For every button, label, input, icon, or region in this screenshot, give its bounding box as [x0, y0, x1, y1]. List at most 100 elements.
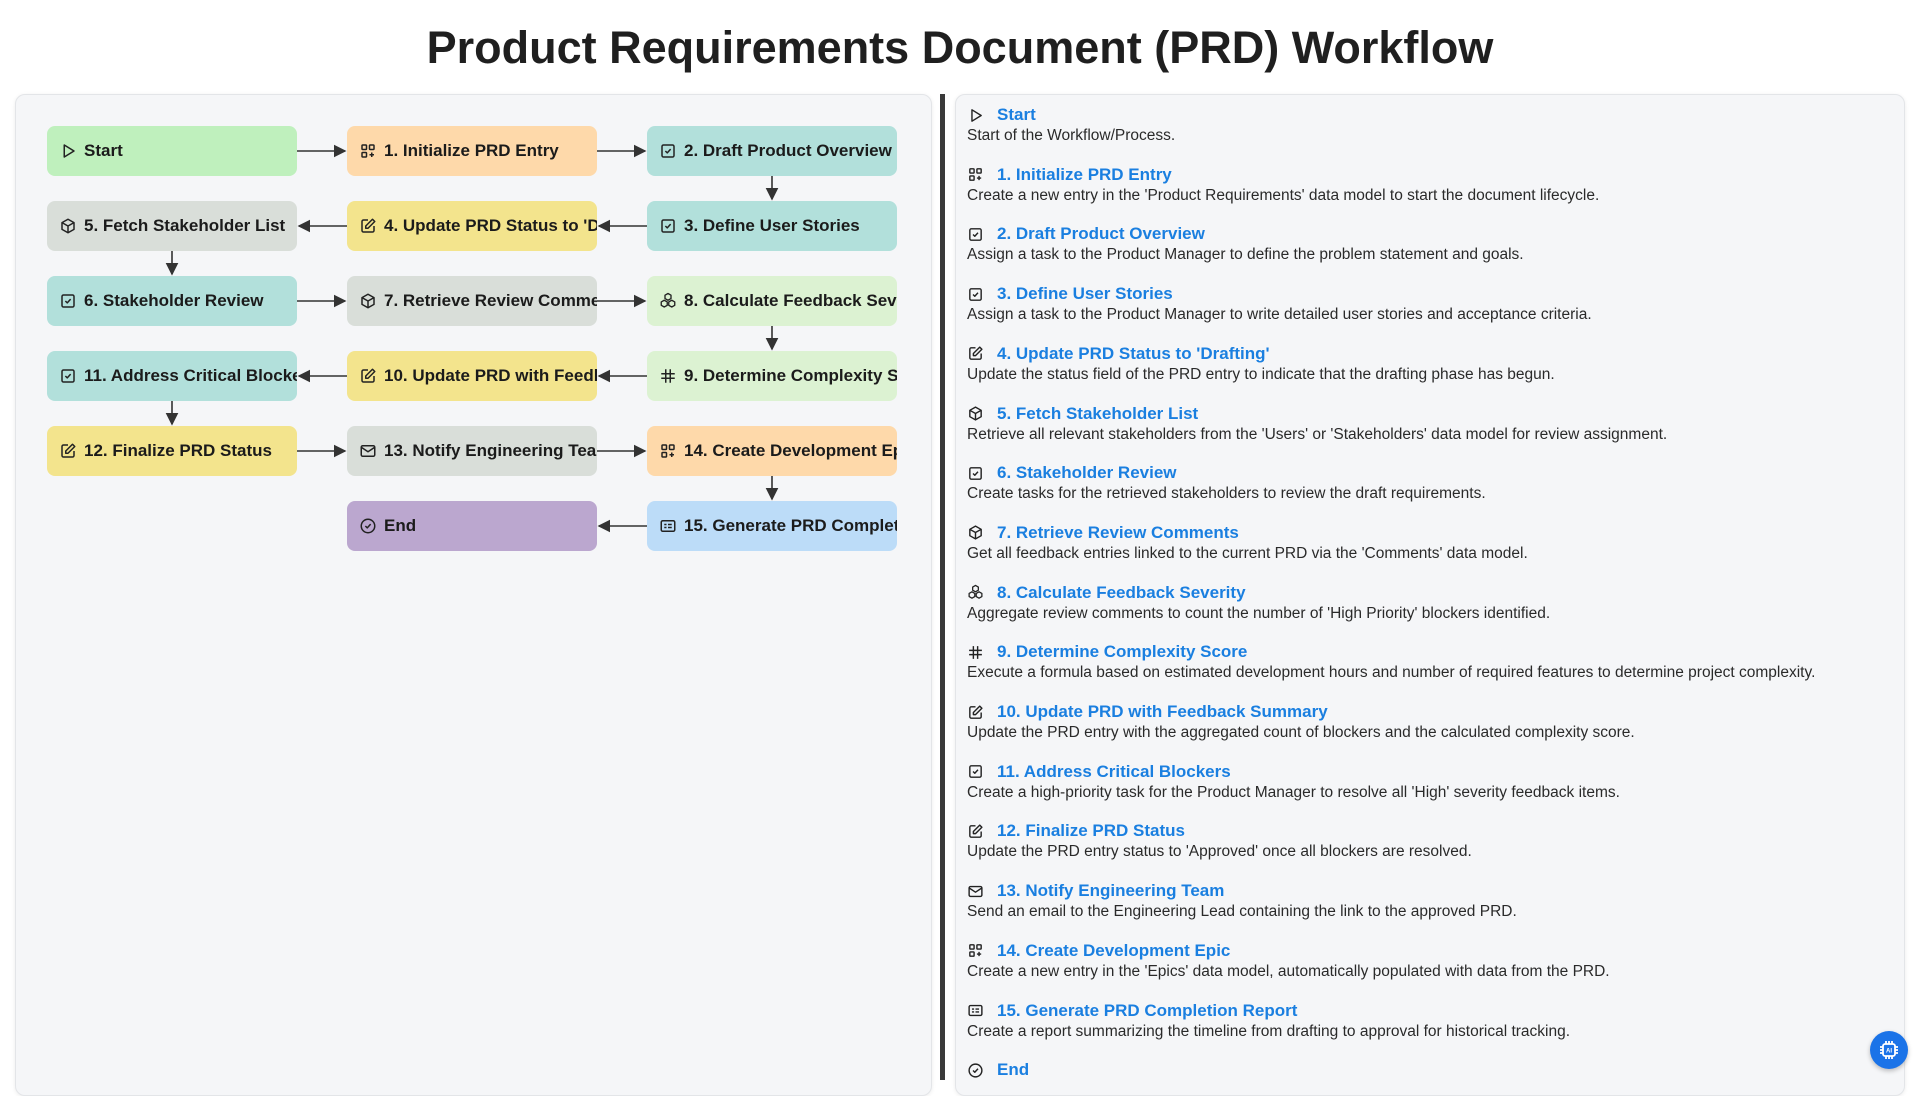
- check-circle-icon: [359, 517, 377, 535]
- step-description: Update the PRD entry status to 'Approved…: [967, 843, 1472, 861]
- step-item: 4. Update PRD Status to 'Drafting' Update…: [967, 343, 1887, 384]
- edit-icon: [359, 367, 377, 385]
- node-n13[interactable]: 13. Notify Engineering Team: [347, 426, 597, 476]
- node-label: 3. Define User Stories: [684, 216, 860, 235]
- step-title-link[interactable]: 12. Finalize PRD Status: [997, 821, 1185, 841]
- edit-icon: [967, 704, 984, 721]
- cube-icon: [967, 405, 984, 422]
- ai-assistant-button[interactable]: AI: [1870, 1031, 1908, 1069]
- step-item: 2. Draft Product Overview Assign a task t…: [967, 223, 1887, 264]
- step-title-link[interactable]: 15. Generate PRD Completion Report: [997, 1001, 1297, 1021]
- step-description: Start of the Workflow/Process.: [967, 127, 1176, 144]
- node-n5[interactable]: 5. Fetch Stakeholder List: [47, 201, 297, 251]
- node-label: End: [384, 516, 417, 535]
- step-description: Update the PRD entry with the aggregated…: [967, 724, 1635, 741]
- step-title-link[interactable]: Start: [997, 105, 1036, 125]
- edit-icon: [59, 442, 77, 460]
- node-n9[interactable]: 9. Determine Complexity Score: [647, 351, 897, 401]
- step-title-link[interactable]: 4. Update PRD Status to 'Drafting': [997, 344, 1270, 364]
- svg-text:AI: AI: [1886, 1049, 1892, 1055]
- panel-divider[interactable]: [940, 94, 945, 1080]
- cube-icon: [359, 292, 377, 310]
- checkbox-icon: [967, 286, 984, 303]
- step-title-link[interactable]: 14. Create Development Epic: [997, 941, 1230, 961]
- step-title-link[interactable]: End: [997, 1060, 1029, 1080]
- node-n8[interactable]: 8. Calculate Feedback Severity: [647, 276, 897, 326]
- node-n7[interactable]: 7. Retrieve Review Comments: [347, 276, 597, 326]
- node-label: 15. Generate PRD Completion Report: [684, 516, 897, 535]
- edit-icon: [967, 823, 984, 840]
- step-item: End: [967, 1059, 1887, 1082]
- ai-chip-icon: AI: [1877, 1038, 1901, 1062]
- play-icon: [967, 107, 984, 124]
- step-item: 10. Update PRD with Feedback Summary Upda…: [967, 701, 1887, 742]
- check-circle-icon: [967, 1062, 984, 1079]
- step-title-link[interactable]: 13. Notify Engineering Team: [997, 881, 1224, 901]
- step-description: Retrieve all relevant stakeholders from …: [967, 425, 1668, 443]
- step-description: Create a new entry in the 'Product Requi…: [967, 186, 1600, 204]
- step-item: 13. Notify Engineering Team Send an email…: [967, 880, 1887, 921]
- node-label: 4. Update PRD Status to 'Drafting': [384, 216, 597, 235]
- cubes-icon: [659, 292, 677, 310]
- step-title-link[interactable]: 7. Retrieve Review Comments: [997, 523, 1239, 543]
- node-label: 8. Calculate Feedback Severity: [684, 291, 897, 310]
- node-label: 5. Fetch Stakeholder List: [84, 216, 286, 235]
- mail-icon: [967, 883, 984, 900]
- play-icon: [59, 142, 77, 160]
- grid-plus-icon: [659, 442, 677, 460]
- node-n14[interactable]: 14. Create Development Epic: [647, 426, 897, 476]
- grid-plus-icon: [967, 942, 984, 959]
- step-description: Get all feedback entries linked to the c…: [967, 544, 1528, 562]
- step-title-link[interactable]: 5. Fetch Stakeholder List: [997, 404, 1198, 424]
- node-n11[interactable]: 11. Address Critical Blockers: [47, 351, 297, 401]
- checkbox-icon: [659, 217, 677, 235]
- step-title-link[interactable]: 6. Stakeholder Review: [997, 463, 1177, 483]
- node-n10[interactable]: 10. Update PRD with Feedback Summary: [347, 351, 597, 401]
- node-label: 6. Stakeholder Review: [84, 291, 264, 310]
- node-n3[interactable]: 3. Define User Stories: [647, 201, 897, 251]
- node-n1[interactable]: 1. Initialize PRD Entry: [347, 126, 597, 176]
- step-item: 3. Define User Stories Assign a task to t…: [967, 283, 1887, 324]
- step-title-link[interactable]: 2. Draft Product Overview: [997, 224, 1205, 244]
- checkbox-icon: [59, 367, 77, 385]
- page-title: Product Requirements Document (PRD) Work…: [426, 22, 1494, 73]
- node-label: 7. Retrieve Review Comments: [384, 291, 597, 310]
- step-item: 9. Determine Complexity Score Execute a f…: [967, 641, 1887, 682]
- node-label: 12. Finalize PRD Status: [84, 441, 272, 460]
- mail-icon: [359, 442, 377, 460]
- step-item: 6. Stakeholder Review Create tasks for th…: [967, 462, 1887, 503]
- step-title-link[interactable]: 8. Calculate Feedback Severity: [997, 583, 1246, 603]
- checkbox-icon: [967, 465, 984, 482]
- report-icon: [659, 517, 677, 535]
- step-title-link[interactable]: 9. Determine Complexity Score: [997, 642, 1247, 662]
- node-n2[interactable]: 2. Draft Product Overview: [647, 126, 897, 176]
- step-description: Create a high-priority task for the Prod…: [967, 783, 1620, 801]
- step-title-link[interactable]: 1. Initialize PRD Entry: [997, 165, 1172, 185]
- step-title-link[interactable]: 10. Update PRD with Feedback Summary: [997, 702, 1328, 722]
- node-label: Start: [84, 141, 123, 160]
- step-description: Aggregate review comments to count the n…: [967, 604, 1551, 622]
- node-label: 14. Create Development Epic: [684, 441, 897, 460]
- step-item: 14. Create Development Epic Create a new …: [967, 940, 1887, 981]
- step-title-link[interactable]: 11. Address Critical Blockers: [997, 762, 1231, 782]
- node-end[interactable]: End: [347, 501, 597, 551]
- node-start[interactable]: Start: [47, 126, 297, 176]
- cube-icon: [59, 217, 77, 235]
- step-description: Send an email to the Engineering Lead co…: [967, 903, 1517, 921]
- node-label: 9. Determine Complexity Score: [684, 366, 897, 385]
- node-n6[interactable]: 6. Stakeholder Review: [47, 276, 297, 326]
- step-item: 12. Finalize PRD Status Update the PRD en…: [967, 820, 1887, 861]
- node-n15[interactable]: 15. Generate PRD Completion Report: [647, 501, 897, 551]
- step-item: 15. Generate PRD Completion Report Create…: [967, 1000, 1887, 1041]
- step-description: Execute a formula based on estimated dev…: [967, 664, 1816, 682]
- step-description: Create a new entry in the 'Epics' data m…: [967, 962, 1610, 980]
- step-description: Assign a task to the Product Manager to …: [967, 246, 1524, 264]
- node-n4[interactable]: 4. Update PRD Status to 'Drafting': [347, 201, 597, 251]
- cubes-icon: [967, 584, 984, 601]
- step-item: 11. Address Critical Blockers Create a hi…: [967, 761, 1887, 802]
- step-title-link[interactable]: 3. Define User Stories: [997, 284, 1173, 304]
- node-label: 10. Update PRD with Feedback Summary: [384, 366, 597, 385]
- grid-plus-icon: [967, 166, 984, 183]
- node-n12[interactable]: 12. Finalize PRD Status: [47, 426, 297, 476]
- checkbox-icon: [59, 292, 77, 310]
